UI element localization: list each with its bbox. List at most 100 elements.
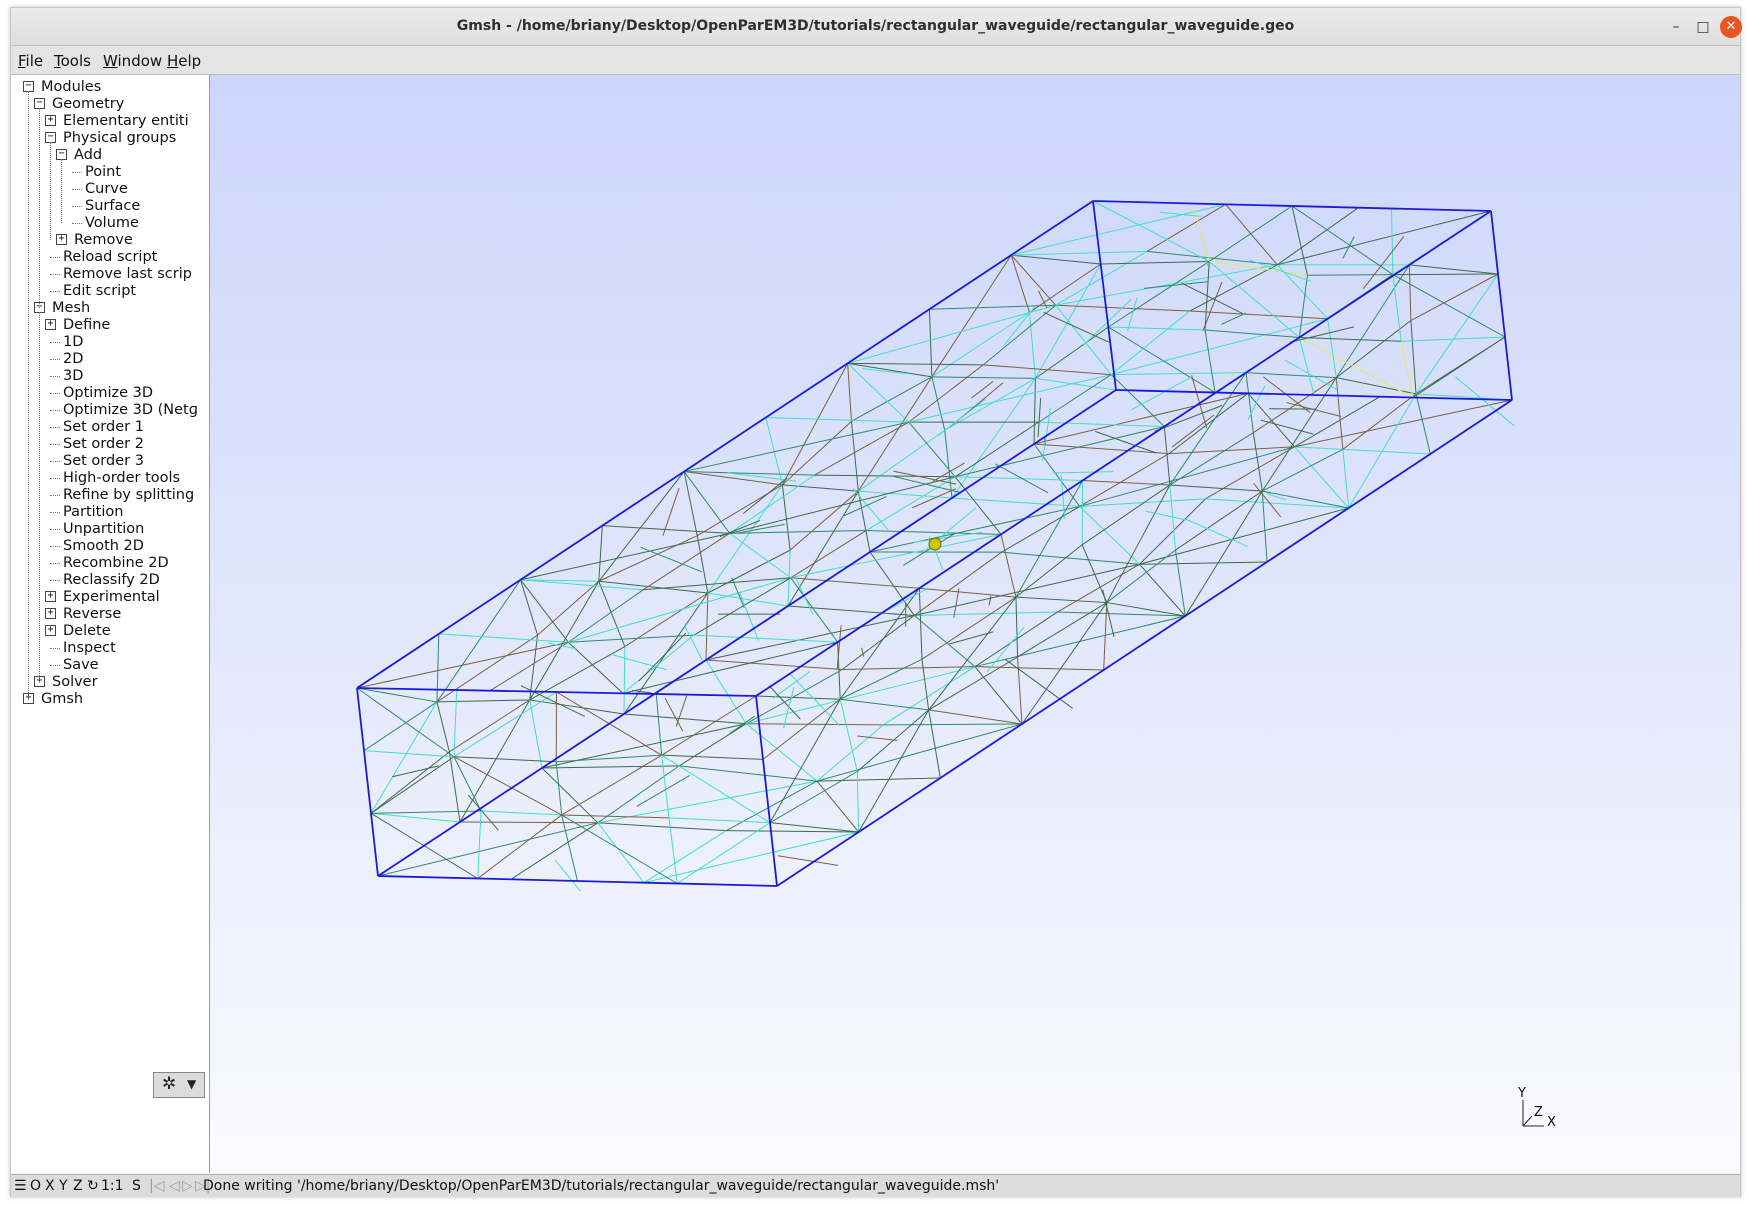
tree-item-curve[interactable]: Curve [11,180,209,198]
tree-item-recombine-2d[interactable]: Recombine 2D [11,554,209,572]
tree-item-remove-last-scrip[interactable]: Remove last scrip [11,265,209,283]
tree-item-set-order-2[interactable]: Set order 2 [11,435,209,453]
first-step-icon[interactable]: |◁ [149,1178,164,1194]
mesh-edge-face-right [928,709,941,779]
mesh-edge-face-right [1021,602,1108,725]
tree-item-label: Modules [41,79,102,95]
tree-item-elementary-entiti[interactable]: + Elementary entiti [11,112,209,130]
view-y-button[interactable]: Y [59,1178,68,1194]
tree-item-geometry[interactable]: − Geometry [11,95,209,113]
mesh-edge-face-left [1033,378,1036,445]
tree-item-label: Surface [85,198,141,214]
minimize-icon[interactable]: – [1665,16,1687,38]
tree-item-define[interactable]: + Define [11,316,209,334]
tree-item-experimental[interactable]: + Experimental [11,588,209,606]
mesh-edge-face-bottom [726,830,859,833]
menu-file[interactable]: File [18,52,43,70]
mesh-point-marker[interactable] [928,537,942,551]
rotate-icon[interactable]: ↻ [87,1178,99,1194]
tree-item-1d[interactable]: 1D [11,333,209,351]
graphics-viewport[interactable]: Y Z X [210,75,1740,1173]
tree-item-smooth-2d[interactable]: Smooth 2D [11,537,209,555]
tree-item-2d[interactable]: 2D [11,350,209,368]
mesh-edge-interior [520,685,585,717]
mesh-edge-face-top [790,530,867,579]
tree-item-physical-groups[interactable]: − Physical groups [11,129,209,147]
tree-item-optimize-3d[interactable]: Optimize 3D [11,384,209,402]
view-origin-button[interactable]: O [30,1178,41,1194]
tree-item-3d[interactable]: 3D [11,367,209,385]
tree-item-modules[interactable]: − Modules [11,78,209,96]
tree-item-partition[interactable]: Partition [11,503,209,521]
mesh-edge-end-far [1100,260,1210,265]
menu-window[interactable]: Window [103,52,162,70]
tree-item-high-order-tools[interactable]: High-order tools [11,469,209,487]
tree-item-label: Point [85,164,122,180]
expand-icon[interactable]: + [45,115,56,126]
tree-item-solver[interactable]: + Solver [11,673,209,691]
mesh-edge-face-top [908,421,956,478]
tree-item-label: Solver [52,674,98,690]
tree-item-reload-script[interactable]: Reload script [11,248,209,266]
expand-icon[interactable]: + [45,591,56,602]
mesh-edge-interior [953,588,960,618]
mesh-edge-interior [729,715,756,734]
menu-tools[interactable]: Tools [54,52,91,70]
tree-item-edit-script[interactable]: Edit script [11,282,209,300]
view-z-button[interactable]: Z [73,1178,83,1194]
mesh-wireframe[interactable] [210,75,1740,1173]
mesh-edge-face-right [1415,393,1431,455]
mesh-edge-face-left [598,535,698,582]
tree-item-label: Define [63,317,111,333]
expand-icon[interactable]: + [56,234,67,245]
tree-item-save[interactable]: Save [11,656,209,674]
tree-item-remove[interactable]: + Remove [11,231,209,249]
menu-toggle-button[interactable]: ☰ [14,1178,27,1194]
mesh-edge-end-far [1392,273,1499,276]
mesh-edge-face-left [850,421,859,492]
tree-connector [50,444,60,445]
tree-item-delete[interactable]: + Delete [11,622,209,640]
mesh-edge-face-right [839,699,858,772]
tree-item-surface[interactable]: Surface [11,197,209,215]
mesh-edge-interior [1094,430,1157,454]
mesh-edge-face-bottom [746,723,884,726]
snapshot-button[interactable]: S [132,1178,141,1194]
tree-item-set-order-1[interactable]: Set order 1 [11,418,209,436]
mesh-edge-face-left [436,699,530,703]
tree-item-unpartition[interactable]: Unpartition [11,520,209,538]
mesh-edge-face-bottom [1033,443,1170,455]
tree-item-reclassify-2d[interactable]: Reclassify 2D [11,571,209,589]
tree-item-refine-by-splitting[interactable]: Refine by splitting [11,486,209,504]
mesh-edge-face-top [814,474,956,478]
mesh-edge-interior [1249,259,1312,282]
tree-item-set-order-3[interactable]: Set order 3 [11,452,209,470]
close-icon[interactable]: ✕ [1720,16,1742,38]
view-x-button[interactable]: X [45,1178,55,1194]
tree-item-gmsh[interactable]: + Gmsh [11,690,209,708]
tree-item-label: Recombine 2D [63,555,169,571]
maximize-icon[interactable]: □ [1692,16,1714,38]
tree-item-add[interactable]: − Add [11,146,209,164]
options-button[interactable]: ✲ ▼ [153,1072,205,1098]
mesh-edge-face-left [459,699,531,823]
expand-icon[interactable]: + [45,608,56,619]
mesh-edge-face-bottom [913,615,976,668]
tree-item-mesh[interactable]: − Mesh [11,299,209,317]
mesh-edge-face-bottom [1033,392,1249,445]
tree-item-optimize-3d-net[interactable]: Optimize 3D (Netɡ [11,401,209,419]
tree-item-volume[interactable]: Volume [11,214,209,232]
scale-one-to-one-button[interactable]: 1:1 [101,1178,124,1194]
play-icon[interactable]: ▷ [182,1178,193,1194]
expand-icon[interactable]: + [45,625,56,636]
expand-icon[interactable]: + [45,319,56,330]
tree-item-inspect[interactable]: Inspect [11,639,209,657]
tree-guide-line [39,312,40,682]
tree-item-reverse[interactable]: + Reverse [11,605,209,623]
mesh-edge-face-right [1169,432,1254,486]
previous-step-icon[interactable]: ◁ [169,1178,180,1194]
menu-help[interactable]: Help [167,52,201,70]
mesh-edge-interior [1171,414,1215,448]
tree-item-point[interactable]: Point [11,163,209,181]
tree-connector [50,427,60,428]
